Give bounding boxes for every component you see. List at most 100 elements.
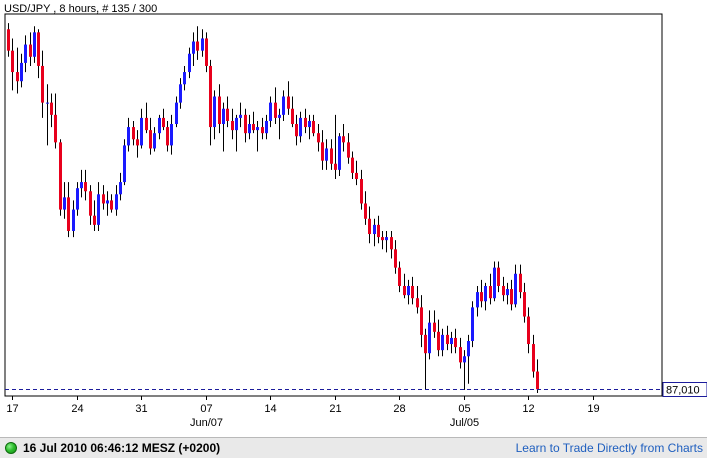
candle-body-down xyxy=(360,179,363,204)
x-tick-label: 21 xyxy=(329,403,341,415)
candle-body-down xyxy=(145,117,148,131)
candle-body-down xyxy=(321,142,324,161)
candle-body-up xyxy=(265,120,268,134)
candle-body-up xyxy=(192,41,195,54)
candle-body-up xyxy=(493,267,496,299)
candle-body-down xyxy=(424,334,427,354)
candle-body-down xyxy=(304,117,307,128)
candle-body-up xyxy=(72,209,75,231)
candle-body-up xyxy=(441,334,444,351)
candle-body-up xyxy=(308,120,311,128)
candle-body-down xyxy=(446,334,449,345)
candle-body-up xyxy=(248,124,251,134)
candle-body-up xyxy=(385,237,388,241)
candle-body-up xyxy=(450,337,453,345)
candle-body-up xyxy=(282,96,285,115)
candle-body-down xyxy=(54,114,57,143)
candle-body-down xyxy=(403,285,406,296)
candle-body-down xyxy=(102,194,105,204)
candle-body-down xyxy=(93,215,96,225)
candle-body-down xyxy=(411,285,414,299)
candle-body-up xyxy=(467,340,470,357)
candle-body-up xyxy=(506,289,509,296)
candle-body-up xyxy=(33,32,36,57)
x-tick-label: 05 xyxy=(458,403,470,415)
candle-body-down xyxy=(252,124,255,131)
candle-body-up xyxy=(153,133,156,149)
candle-body-down xyxy=(29,44,32,57)
candle-body-down xyxy=(342,136,345,143)
candle-body-down xyxy=(132,127,135,140)
candle-body-up xyxy=(373,224,376,235)
candle-body-down xyxy=(11,50,14,73)
candle-body-down xyxy=(7,29,10,51)
candle-body-down xyxy=(489,285,492,299)
x-tick-label: 17 xyxy=(6,403,18,415)
candle-body-down xyxy=(110,200,113,210)
candle-body-up xyxy=(158,117,161,134)
candle-body-down xyxy=(519,273,522,293)
candle-body-down xyxy=(84,182,87,192)
candle-body-down xyxy=(89,191,92,216)
candle-body-down xyxy=(527,316,530,345)
candle-body-down xyxy=(162,117,165,128)
candle-body-down xyxy=(368,218,371,235)
candle-body-up xyxy=(170,124,173,146)
candle-body-down xyxy=(244,114,247,134)
candle-body-down xyxy=(205,38,208,66)
chart-title: USD/JPY , 8 hours, # 135 / 300 xyxy=(4,3,157,15)
candle-body-up xyxy=(463,356,466,363)
candle-body-up xyxy=(471,307,474,341)
candle-body-down xyxy=(37,32,40,66)
candle-body-down xyxy=(287,96,290,109)
candle-body-up xyxy=(239,114,242,118)
x-tick-label: 07 xyxy=(200,403,212,415)
candle-body-down xyxy=(497,267,500,286)
candle-body-up xyxy=(407,285,410,296)
candle-body-up xyxy=(175,102,178,125)
candle-body-down xyxy=(454,337,457,348)
candle-body-up xyxy=(514,273,517,305)
candle-body-down xyxy=(16,72,19,82)
candle-body-up xyxy=(299,117,302,137)
candle-body-down xyxy=(196,41,199,51)
candle-body-down xyxy=(67,197,70,231)
candle-body-down xyxy=(532,344,535,372)
candle-body-up xyxy=(484,285,487,302)
candle-body-down xyxy=(437,331,440,351)
chart-area[interactable]: 93,00092,50092,00091,50091,00090,50090,0… xyxy=(0,0,707,437)
candle-body-down xyxy=(381,237,384,241)
candle-body-down xyxy=(347,142,350,158)
candle-body-down xyxy=(291,108,294,125)
candle-body-up xyxy=(235,117,238,131)
candle-body-up xyxy=(269,102,272,121)
status-timestamp: 16 Jul 2010 06:46:12 MESZ (+0200) xyxy=(23,441,221,455)
x-tick-label: 19 xyxy=(587,403,599,415)
candle-body-down xyxy=(390,237,393,250)
connection-status-icon xyxy=(5,442,17,454)
candle-body-down xyxy=(510,289,513,305)
candle-body-down xyxy=(218,96,221,125)
candle-body-down xyxy=(420,307,423,335)
candle-body-up xyxy=(97,194,100,225)
candle-body-up xyxy=(179,84,182,103)
candle-body-up xyxy=(213,96,216,128)
candle-body-up xyxy=(119,182,122,195)
candle-body-down xyxy=(364,203,367,219)
status-bar: 16 Jul 2010 06:46:12 MESZ (+0200) Learn … xyxy=(0,437,707,458)
candle-body-down xyxy=(334,163,337,170)
candle-body-down xyxy=(226,108,229,121)
candle-body-up xyxy=(20,62,23,82)
candle-body-down xyxy=(209,65,212,128)
candle-body-down xyxy=(41,65,44,103)
candle-body-up xyxy=(338,136,341,170)
x-tick-label: 28 xyxy=(393,403,405,415)
candle-body-down xyxy=(50,102,53,115)
candle-body-down xyxy=(480,292,483,302)
candle-body-down xyxy=(523,292,526,317)
candle-body-down xyxy=(394,249,397,268)
learn-to-trade-link[interactable]: Learn to Trade Directly from Charts xyxy=(516,441,703,455)
candle-body-up xyxy=(76,188,79,210)
candle-body-up xyxy=(256,127,259,131)
candle-body-down xyxy=(149,130,152,149)
